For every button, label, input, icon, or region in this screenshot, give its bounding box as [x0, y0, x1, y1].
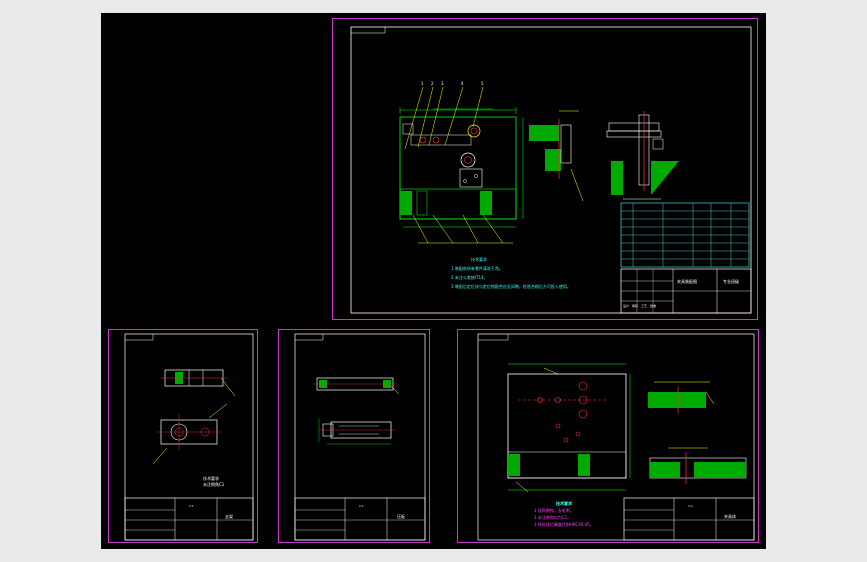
part-c-section-bottom — [649, 447, 747, 484]
assembly-note-3: 3 装配后定位块与定位销配合应无间隙，检验合格后方可投入使用。 — [451, 284, 571, 289]
part-a-title-text: 支架 — [225, 514, 233, 519]
part-c-title-text: 夹具体 — [724, 514, 736, 519]
part-c-main-view — [507, 363, 631, 493]
svg-text:5: 5 — [481, 81, 484, 86]
part-a-top-view — [152, 403, 228, 465]
part-b-scale-text: 1:1 — [359, 504, 364, 508]
sheet-part-c[interactable]: 技术要求 1 锐角倒钝，去毛刺。 2 未注倒角均为C1。 3 热处理后硬度达到H… — [457, 329, 759, 543]
assembly-sign-approve: 批准 — [650, 304, 657, 308]
part-b-title-text: 压板 — [397, 514, 405, 519]
part-a-front-view — [161, 369, 236, 397]
assembly-parts-list — [620, 202, 750, 268]
assembly-main-view: 1 2 3 4 5 — [399, 81, 524, 244]
drawing-canvas[interactable]: 1 2 3 4 5 技术要求 1 装配前所有零件清洗干净。 2 未注公差按IT1… — [101, 13, 766, 549]
assembly-title-text: 夹具装配图 — [677, 279, 697, 284]
assembly-sign-design: 设计 — [623, 304, 630, 308]
part-c-note-2: 2 未注倒角均为C1。 — [534, 515, 572, 520]
part-c-note-1: 1 锐角倒钝，去毛刺。 — [534, 508, 574, 513]
assembly-note-1: 1 装配前所有零件清洗干净。 — [451, 266, 503, 271]
part-a-note-1: 未注倒角C1 — [203, 482, 225, 487]
assembly-school-text: 专业班级 — [723, 279, 739, 284]
part-c-notes-title: 技术要求 — [556, 501, 572, 506]
part-c-scale-text: 1:1 — [688, 504, 693, 508]
assembly-note-2: 2 未注公差按IT14。 — [451, 275, 488, 280]
part-c-note-3: 3 热处理后硬度达到HRC40-45。 — [534, 522, 594, 527]
assembly-notes-title: 技术要求 — [471, 257, 487, 262]
assembly-sign-review: 审核 — [632, 304, 639, 308]
assembly-side-view — [606, 111, 679, 200]
svg-text:1: 1 — [421, 81, 424, 86]
sheet-part-b[interactable]: 压板 1:1 — [278, 329, 430, 543]
assembly-section-view-a — [529, 110, 584, 202]
sheet-assembly-drawing[interactable]: 1 2 3 4 5 技术要求 1 装配前所有零件清洗干净。 2 未注公差按IT1… — [332, 18, 758, 320]
sheet-part-a[interactable]: 技术要求 未注倒角C1 支架 1:1 — [108, 329, 258, 543]
svg-text:2: 2 — [431, 81, 434, 86]
part-a-scale-text: 1:1 — [189, 504, 194, 508]
part-b-front-view — [313, 377, 400, 395]
assembly-sign-process: 工艺 — [641, 304, 648, 308]
part-c-section-top — [648, 381, 715, 414]
part-b-top-view — [318, 418, 395, 445]
svg-text:3: 3 — [441, 81, 444, 86]
svg-text:4: 4 — [461, 81, 464, 86]
